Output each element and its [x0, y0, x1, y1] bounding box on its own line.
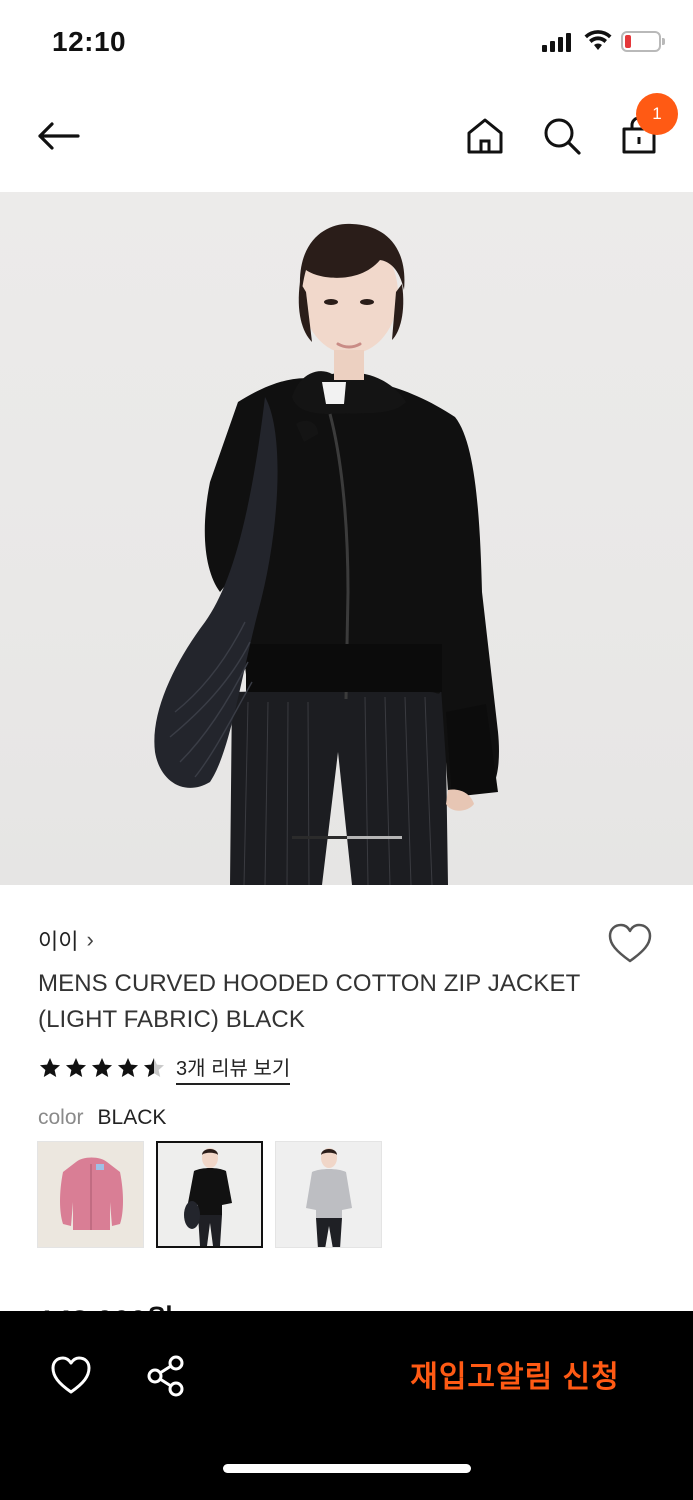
product-image-gallery[interactable]: [0, 192, 693, 885]
product-title-line2: (LIGHT FABRIC) BLACK: [38, 1006, 305, 1033]
gray-jacket-thumbnail: [306, 1148, 352, 1247]
home-button[interactable]: [458, 108, 512, 164]
home-indicator: [223, 1464, 471, 1473]
swatch-gray[interactable]: [275, 1141, 382, 1248]
heart-icon: [51, 1356, 91, 1394]
black-jacket-thumbnail: [184, 1148, 232, 1246]
gallery-indicator-active: [292, 836, 347, 839]
wifi-icon: [584, 30, 612, 50]
swatch-pink[interactable]: [37, 1141, 144, 1248]
top-nav: [0, 86, 693, 192]
bottom-action-bar: 재입고알림 신청: [0, 1311, 693, 1500]
signal-icon: [542, 32, 574, 52]
color-swatches: [37, 1141, 382, 1248]
brand-name: 이이: [38, 929, 79, 954]
search-button[interactable]: [535, 108, 589, 164]
bottom-wishlist-button[interactable]: [48, 1353, 94, 1399]
star-icon: [66, 1058, 86, 1077]
gallery-indicator: [347, 836, 402, 839]
color-row: color BLACK: [38, 1106, 166, 1130]
product-title: MENS CURVED HOODED COTTON ZIP JACKET (LI…: [38, 966, 618, 1038]
star-icon: [92, 1058, 112, 1077]
price: 148,000원: [38, 1296, 174, 1312]
star-icon: [118, 1058, 138, 1077]
search-icon: [544, 118, 581, 155]
chevron-right-icon: ›: [86, 927, 94, 952]
wishlist-button[interactable]: [606, 920, 654, 968]
product-photo: [154, 223, 499, 885]
back-arrow-icon: [38, 122, 80, 150]
restock-alert-button[interactable]: 재입고알림 신청: [370, 1349, 660, 1399]
star-icon: [40, 1058, 60, 1077]
share-button[interactable]: [144, 1353, 190, 1399]
cart-count-badge: 1: [636, 93, 678, 135]
rating-stars: [38, 1056, 166, 1080]
battery-low-icon: [621, 31, 665, 53]
status-time: 12:10: [52, 26, 127, 57]
product-title-line1: MENS CURVED HOODED COTTON ZIP JACKET: [38, 970, 581, 997]
view-reviews-link[interactable]: 3개 리뷰 보기: [176, 1052, 291, 1085]
color-label: color: [38, 1106, 84, 1129]
pink-hoodie-thumbnail: [60, 1157, 123, 1230]
share-icon: [147, 1355, 184, 1397]
rating-row: 3개 리뷰 보기: [38, 1052, 291, 1085]
back-button[interactable]: [30, 108, 86, 164]
color-value: BLACK: [97, 1106, 167, 1129]
home-icon: [467, 118, 503, 154]
swatch-black[interactable]: [156, 1141, 263, 1248]
star-icon: [144, 1058, 164, 1077]
heart-outline-icon: [608, 923, 652, 963]
status-bar: 12:10: [0, 0, 693, 86]
brand-link[interactable]: 이이 ›: [38, 924, 94, 956]
